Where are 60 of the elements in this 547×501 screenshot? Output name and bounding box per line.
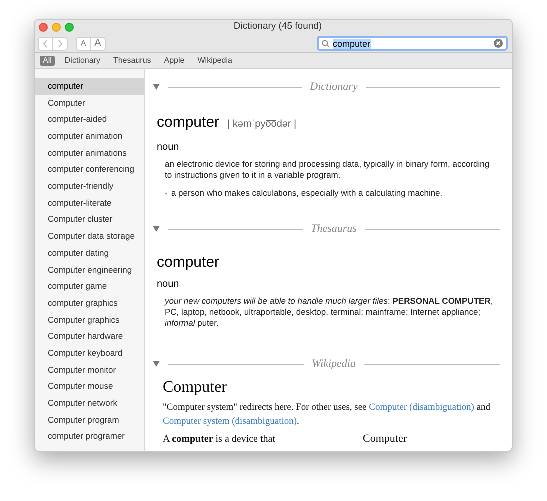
chevron-left-icon bbox=[43, 40, 48, 48]
definition: an electronic device for storing and processing data, typically in binary form, according to instructions given to it in a variable program. bbox=[165, 159, 491, 181]
sidebar-item[interactable]: computer conferencing bbox=[35, 161, 144, 178]
link[interactable]: Computer (disambiguation) bbox=[369, 402, 474, 412]
disclosure-triangle-icon[interactable] bbox=[153, 226, 160, 232]
infobox-title: Computer bbox=[363, 432, 407, 446]
window-title: Dictionary (45 found) bbox=[232, 20, 324, 34]
article-title: Computer bbox=[163, 378, 228, 398]
sidebar-item[interactable]: Computer monitor bbox=[35, 362, 144, 378]
thesaurus-entry: your new computers will be able to handle much larger files: PERSONAL COMPUTER, PC, laptop, netbook, ultraportable, desktop, terminal; mainframe; Internet appliance; informal puter. bbox=[165, 296, 494, 329]
sidebar-item[interactable]: computer graphics bbox=[35, 294, 144, 312]
sidebar-item[interactable]: computer animation bbox=[35, 128, 144, 145]
sidebar-item[interactable]: computer programer bbox=[35, 428, 144, 446]
pronunciation: | kəmˈpyo͞odər | bbox=[228, 118, 297, 132]
minimize-button[interactable] bbox=[52, 22, 61, 32]
close-button[interactable] bbox=[39, 22, 48, 32]
back-button[interactable] bbox=[38, 36, 53, 51]
sidebar-item[interactable]: Computer cluster bbox=[35, 212, 144, 228]
sidebar-item[interactable]: Computer bbox=[35, 94, 144, 112]
headword: computer bbox=[157, 252, 221, 272]
headword: computer bbox=[157, 112, 220, 132]
sidebar-item[interactable]: computer-friendly bbox=[35, 178, 144, 195]
disclosure-triangle-icon[interactable] bbox=[153, 361, 160, 368]
hatnote: "Computer system" redirects here. For other uses, see Computer (disambiguation) and Computer system (disambiguation). bbox=[163, 402, 492, 428]
part-of-speech: noun bbox=[157, 141, 180, 155]
scope-tab[interactable]: Apple bbox=[161, 56, 188, 66]
sidebar-item[interactable]: Computer engineering bbox=[35, 262, 144, 278]
search-field[interactable]: computer bbox=[317, 36, 508, 52]
zoom-button[interactable] bbox=[65, 22, 74, 32]
section-title: Wikipedia bbox=[312, 357, 356, 372]
sidebar-item[interactable]: Computer data storage bbox=[35, 228, 144, 245]
section-title: Thesaurus bbox=[311, 222, 357, 237]
sidebar-item[interactable]: computer-aided bbox=[35, 111, 144, 128]
scope-tab[interactable]: Wikipedia bbox=[194, 56, 236, 66]
sidebar-item[interactable]: Computer mouse bbox=[35, 378, 144, 396]
forward-button[interactable] bbox=[53, 36, 68, 51]
sidebar-item[interactable]: Computer keyboard bbox=[35, 345, 144, 362]
scope-tab[interactable]: All bbox=[40, 56, 55, 66]
sidebar-item[interactable]: computer-literate bbox=[35, 194, 144, 212]
sidebar-item[interactable]: computer dating bbox=[35, 244, 144, 262]
lead-paragraph: A computer is a device that bbox=[163, 432, 276, 446]
scope-tab[interactable]: Dictionary bbox=[62, 56, 104, 66]
sidebar-item[interactable]: Computer hardware bbox=[35, 328, 144, 345]
sidebar-item[interactable]: Computer program bbox=[35, 412, 144, 428]
sidebar-item[interactable]: Computer graphics bbox=[35, 312, 144, 328]
scope-tab[interactable]: Thesaurus bbox=[110, 56, 154, 66]
search-icon bbox=[322, 40, 330, 48]
decrease-font-button[interactable]: A bbox=[76, 36, 91, 51]
disclosure-triangle-icon[interactable] bbox=[153, 84, 160, 90]
section-title: Dictionary bbox=[310, 80, 358, 95]
link[interactable]: Computer system (disambiguation) bbox=[163, 416, 298, 426]
sidebar-item[interactable]: computer animations bbox=[35, 144, 144, 162]
increase-font-button[interactable]: A bbox=[91, 36, 106, 51]
definition: a person who makes calculations, especially with a calculating machine. bbox=[171, 187, 443, 200]
part-of-speech: noun bbox=[157, 278, 180, 292]
sidebar-item[interactable]: computer bbox=[35, 78, 144, 95]
clear-icon[interactable] bbox=[494, 39, 503, 48]
chevron-right-icon bbox=[58, 40, 62, 48]
sidebar-item[interactable]: computer game bbox=[35, 278, 144, 295]
sidebar-item[interactable]: Computer network bbox=[35, 395, 144, 412]
